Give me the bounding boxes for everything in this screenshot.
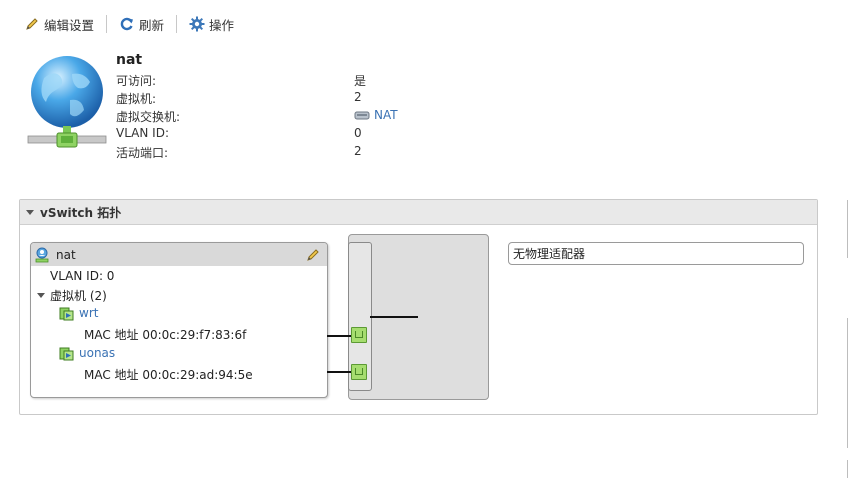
vm-link-wrt[interactable]: wrt (79, 306, 98, 320)
prop-value-active-ports: 2 (354, 144, 362, 158)
no-physical-adapter-label: 无物理适配器 (513, 247, 586, 261)
prop-label-vms: 虚拟机: (116, 92, 157, 106)
vm-wire-uonas (327, 371, 351, 373)
prop-label-vlan: VLAN ID: (116, 126, 169, 140)
port-group-icon (35, 247, 49, 262)
physical-adapters-box: 无物理适配器 (508, 242, 804, 265)
toolbar-separator (106, 15, 108, 33)
edit-settings-label: 编辑设置 (44, 17, 95, 33)
vswitch-link-label: NAT (374, 108, 398, 122)
globe-network-icon (27, 56, 107, 148)
gear-icon (189, 16, 205, 32)
topology-panel-title: vSwitch 拓扑 (40, 205, 122, 220)
vm-mac-uonas: MAC 地址 00:0c:29:ad:94:5e (84, 368, 253, 382)
prop-label-active-ports: 活动端口: (116, 146, 169, 160)
vm-list-toggle[interactable]: 虚拟机 (2) (37, 287, 107, 304)
vm-icon (59, 307, 74, 321)
collapse-triangle-icon (26, 209, 34, 215)
vswitch-link[interactable]: NAT (354, 108, 398, 122)
uplink-wire (370, 316, 418, 318)
port-group-name: nat (56, 247, 76, 262)
toolbar: 编辑设置 刷新 操作 (24, 14, 234, 34)
prop-label-accessible: 可访问: (116, 74, 157, 88)
prop-value-vlan: 0 (354, 126, 362, 140)
switch-port-icon (351, 364, 367, 380)
switch-port-icon (351, 327, 367, 343)
actions-button[interactable]: 操作 (189, 15, 234, 34)
prop-label-vswitch: 虚拟交换机: (116, 110, 181, 124)
right-edge-divider (847, 318, 848, 448)
page-title: nat (116, 52, 143, 68)
prop-value-accessible: 是 (354, 74, 367, 88)
vm-wire-wrt (327, 335, 351, 337)
pencil-icon (26, 18, 38, 30)
vm-list-label: 虚拟机 (2) (50, 289, 107, 303)
toolbar-separator (176, 15, 178, 33)
prop-value-vms: 2 (354, 90, 362, 104)
topology-panel-header[interactable]: vSwitch 拓扑 (20, 200, 817, 225)
port-group-vlan: VLAN ID: 0 (50, 269, 115, 283)
right-edge-divider (847, 200, 848, 258)
right-edge-divider (847, 460, 848, 478)
port-group-header: nat (31, 243, 327, 266)
refresh-icon (120, 17, 134, 31)
pencil-icon[interactable] (305, 247, 321, 263)
edit-settings-button[interactable]: 编辑设置 (24, 15, 94, 34)
refresh-label: 刷新 (139, 17, 165, 33)
refresh-button[interactable]: 刷新 (119, 15, 164, 34)
vm-link-uonas[interactable]: uonas (79, 346, 115, 360)
vswitch-icon (354, 111, 370, 120)
vm-icon (59, 347, 74, 361)
vm-mac-wrt: MAC 地址 00:0c:29:f7:83:6f (84, 328, 247, 342)
expand-triangle-icon (37, 293, 45, 298)
actions-label: 操作 (209, 17, 235, 33)
